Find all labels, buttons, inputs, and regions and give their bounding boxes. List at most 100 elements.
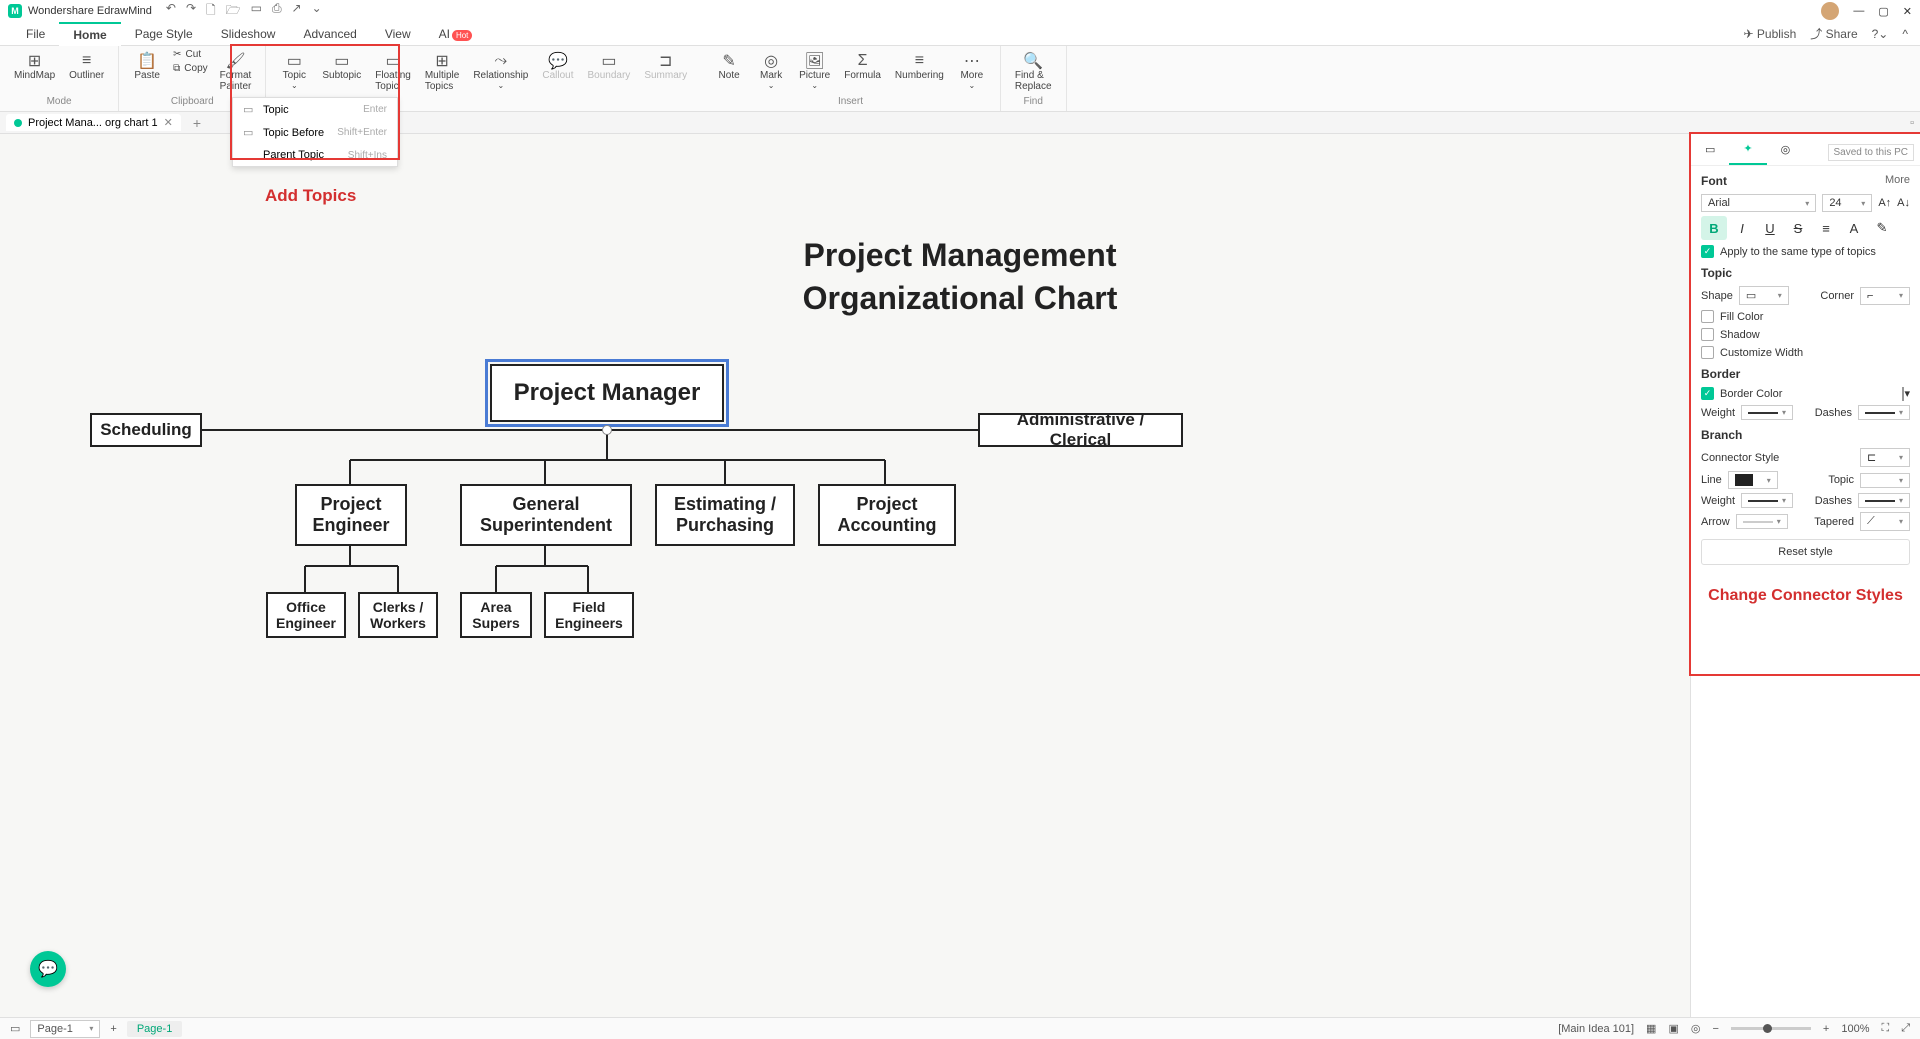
connector-style-select[interactable]: ⊏▾ <box>1860 448 1910 467</box>
document-tab[interactable]: Project Mana... org chart 1 ✕ <box>6 114 181 131</box>
dd-topic[interactable]: ▭TopicEnter <box>233 98 397 121</box>
font-size-select[interactable]: 24▾ <box>1822 194 1872 212</box>
zoom-value[interactable]: 100% <box>1841 1023 1869 1035</box>
panel-tab-map[interactable]: ◎ <box>1767 134 1805 165</box>
collapse-ribbon-icon[interactable]: ^ <box>1902 27 1908 41</box>
apply-same-checkbox[interactable]: ✓Apply to the same type of topics <box>1701 245 1910 258</box>
border-color-checkbox[interactable]: ✓Border Color ▾ <box>1701 387 1910 400</box>
zoom-slider[interactable] <box>1731 1027 1811 1030</box>
font-shrink-icon[interactable]: A↓ <box>1897 197 1910 209</box>
border-dashes-select[interactable]: ▾ <box>1858 405 1910 420</box>
node-office-engineer[interactable]: Office Engineer <box>266 592 346 638</box>
menu-ai[interactable]: AIHot <box>425 23 487 45</box>
add-page-button[interactable]: + <box>110 1023 116 1035</box>
node-area-supers[interactable]: Area Supers <box>460 592 532 638</box>
font-family-select[interactable]: Arial▾ <box>1701 194 1816 212</box>
border-color-swatch[interactable] <box>1902 387 1904 401</box>
arrow-select[interactable]: ▾ <box>1736 514 1788 529</box>
page-tab-1[interactable]: Page-1 <box>127 1021 182 1037</box>
menu-advanced[interactable]: Advanced <box>289 23 370 45</box>
add-tab-button[interactable]: + <box>187 115 207 131</box>
close-icon[interactable]: ✕ <box>1903 5 1912 18</box>
selection-handle[interactable] <box>602 425 612 435</box>
copy-button[interactable]: ⧉Copy <box>169 62 212 75</box>
user-avatar[interactable] <box>1821 2 1839 20</box>
summary-button[interactable]: ⊐Summary <box>638 48 693 109</box>
menu-home[interactable]: Home <box>59 22 120 46</box>
bold-button[interactable]: B <box>1701 216 1727 240</box>
strike-button[interactable]: S <box>1785 216 1811 240</box>
line-color-select[interactable]: ▾ <box>1728 471 1778 489</box>
menu-view[interactable]: View <box>371 23 425 45</box>
boundary-button[interactable]: ▭Boundary <box>582 48 637 109</box>
branch-weight-select[interactable]: ▾ <box>1741 493 1793 508</box>
node-project-engineer[interactable]: Project Engineer <box>295 484 407 546</box>
expand-panel-icon[interactable]: ▫ <box>1910 117 1914 129</box>
node-field-engineers[interactable]: Field Engineers <box>544 592 634 638</box>
formula-button[interactable]: ΣFormula <box>838 48 887 96</box>
undo-icon[interactable]: ↶ <box>166 1 176 22</box>
corner-select[interactable]: ⌐▾ <box>1860 287 1910 305</box>
picture-button[interactable]: 🖼Picture⌄ <box>793 48 836 96</box>
mark-button[interactable]: ◎Mark⌄ <box>751 48 791 96</box>
dd-topic-before[interactable]: ▭Topic BeforeShift+Enter <box>233 121 397 144</box>
open-icon[interactable]: 🗁 <box>226 1 241 22</box>
menu-slideshow[interactable]: Slideshow <box>207 23 290 45</box>
more-button[interactable]: ⋯More⌄ <box>952 48 992 96</box>
font-color-button[interactable]: A <box>1841 216 1867 240</box>
share-button[interactable]: ⤴ Share <box>1810 25 1857 42</box>
view-mode-1-icon[interactable]: ▦ <box>1646 1022 1656 1035</box>
fill-color-checkbox[interactable]: Fill Color <box>1701 310 1910 323</box>
node-scheduling[interactable]: Scheduling <box>90 413 202 447</box>
format-painter-button[interactable]: 🖌Format Painter <box>214 48 258 96</box>
relationship-button[interactable]: ⤳Relationship⌄ <box>467 48 534 109</box>
custom-width-checkbox[interactable]: Customize Width <box>1701 346 1910 359</box>
view-mode-2-icon[interactable]: ▣ <box>1668 1022 1678 1035</box>
paste-button[interactable]: 📋Paste <box>127 48 167 96</box>
dd-parent-topic[interactable]: Parent TopicShift+Ins <box>233 144 397 166</box>
page-selector[interactable]: Page-1▾ <box>30 1020 100 1038</box>
maximize-icon[interactable]: ▢ <box>1878 5 1888 18</box>
publish-button[interactable]: ✈ Publish <box>1744 27 1797 41</box>
new-icon[interactable]: 🗋 <box>206 1 216 22</box>
fullscreen-icon[interactable]: ⤢ <box>1901 1022 1910 1035</box>
zoom-out-button[interactable]: − <box>1712 1023 1718 1035</box>
font-more-link[interactable]: More <box>1885 174 1910 186</box>
node-general-superintendent[interactable]: General Superintendent <box>460 484 632 546</box>
align-button[interactable]: ≡ <box>1813 216 1839 240</box>
find-replace-button[interactable]: 🔍Find & Replace <box>1009 48 1058 96</box>
cut-button[interactable]: ✂Cut <box>169 48 212 61</box>
canvas[interactable]: Add Topics Project Management Organizati… <box>0 134 1920 1017</box>
tapered-select[interactable]: ⟋▾ <box>1860 512 1910 531</box>
help-icon[interactable]: ?⌄ <box>1872 27 1889 41</box>
shape-select[interactable]: ▭▾ <box>1739 286 1789 305</box>
highlight-button[interactable]: ✎ <box>1869 216 1895 240</box>
zoom-in-button[interactable]: + <box>1823 1023 1829 1035</box>
panel-tab-format[interactable]: ✦ <box>1729 134 1766 165</box>
branch-topic-select[interactable]: ▾ <box>1860 473 1910 488</box>
node-clerks-workers[interactable]: Clerks / Workers <box>358 592 438 638</box>
node-estimating-purchasing[interactable]: Estimating / Purchasing <box>655 484 795 546</box>
reset-style-button[interactable]: Reset style <box>1701 539 1910 565</box>
menu-file[interactable]: File <box>12 23 59 45</box>
node-admin-clerical[interactable]: Administrative / Clerical <box>978 413 1183 447</box>
print-icon[interactable]: ⎙ <box>272 1 282 22</box>
export-icon[interactable]: ↗ <box>292 1 302 22</box>
branch-dashes-select[interactable]: ▾ <box>1858 493 1910 508</box>
underline-button[interactable]: U <box>1757 216 1783 240</box>
fit-screen-icon[interactable]: ⛶ <box>1881 1022 1889 1035</box>
node-root[interactable]: Project Manager <box>490 364 724 422</box>
view-mode-3-icon[interactable]: ◎ <box>1691 1022 1701 1035</box>
callout-button[interactable]: 💬Callout <box>536 48 579 109</box>
mindmap-button[interactable]: ⊞MindMap <box>8 48 61 96</box>
pages-icon[interactable]: ▭ <box>10 1022 20 1035</box>
italic-button[interactable]: I <box>1729 216 1755 240</box>
minimize-icon[interactable]: — <box>1853 5 1864 17</box>
node-project-accounting[interactable]: Project Accounting <box>818 484 956 546</box>
numbering-button[interactable]: ≡Numbering <box>889 48 950 96</box>
multiple-topics-button[interactable]: ⊞Multiple Topics <box>419 48 465 109</box>
panel-tab-style[interactable]: ▭ <box>1691 134 1729 165</box>
qat-more-icon[interactable]: ⌄ <box>312 1 322 22</box>
border-weight-select[interactable]: ▾ <box>1741 405 1793 420</box>
note-button[interactable]: ✎Note <box>709 48 749 96</box>
